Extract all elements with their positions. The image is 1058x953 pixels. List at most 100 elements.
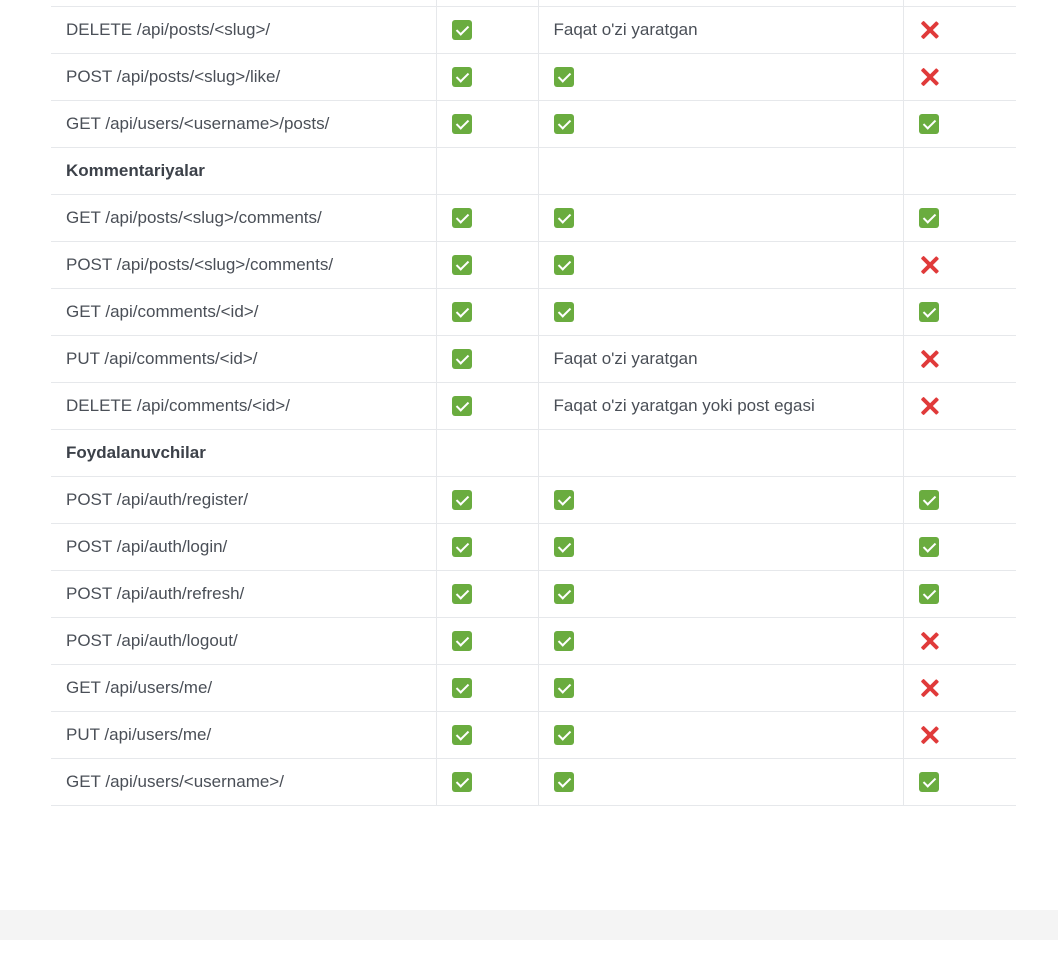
permission-cell bbox=[435, 382, 538, 430]
endpoint-cell: POST /api/auth/login/ bbox=[51, 523, 436, 571]
permission-cell bbox=[537, 617, 903, 665]
table-row: GET /api/comments/<id>/ bbox=[51, 288, 1016, 336]
permission-cell bbox=[537, 758, 903, 806]
check-mark-button-icon bbox=[918, 772, 939, 793]
table-row: GET /api/users/<username>/ bbox=[51, 758, 1016, 806]
check-mark-button-icon bbox=[451, 396, 472, 417]
permission-cell bbox=[537, 194, 903, 242]
permission-cell bbox=[537, 288, 903, 336]
endpoint-cell: PUT /api/users/me/ bbox=[51, 711, 436, 759]
table-row: POST /api/auth/logout/ bbox=[51, 617, 1016, 665]
check-mark-button-icon bbox=[553, 255, 574, 276]
table-section-row: Foydalanuvchilar bbox=[51, 429, 1016, 477]
page: DELETE /api/posts/<slug>/ Faqat o'zi yara… bbox=[0, 0, 1058, 953]
table-row: PUT /api/users/me/ bbox=[51, 711, 1016, 759]
cross-mark-icon bbox=[919, 67, 939, 87]
check-mark-button-icon bbox=[451, 584, 472, 605]
cross-mark-icon bbox=[919, 396, 939, 416]
permission-cell bbox=[537, 711, 903, 759]
endpoint-cell: DELETE /api/comments/<id>/ bbox=[51, 382, 436, 430]
permission-cell bbox=[435, 288, 538, 336]
table-row: DELETE /api/comments/<id>/ Faqat o'zi yar… bbox=[51, 382, 1016, 430]
permission-cell bbox=[902, 100, 1016, 148]
permission-note-cell: Faqat o'zi yaratgan yoki post egasi bbox=[537, 382, 903, 430]
permission-note-cell: Faqat o'zi yaratgan bbox=[537, 6, 903, 54]
table-section-row: Kommentariyalar bbox=[51, 147, 1016, 195]
table-row: POST /api/posts/<slug>/like/ bbox=[51, 53, 1016, 101]
check-mark-button-icon bbox=[451, 772, 472, 793]
check-mark-button-icon bbox=[918, 584, 939, 605]
permission-cell bbox=[435, 100, 538, 148]
permission-cell bbox=[435, 523, 538, 571]
permissions-table: DELETE /api/posts/<slug>/ Faqat o'zi yara… bbox=[51, 0, 1016, 806]
check-mark-button-icon bbox=[918, 114, 939, 135]
check-mark-button-icon bbox=[918, 208, 939, 229]
check-mark-button-icon bbox=[451, 208, 472, 229]
check-mark-button-icon bbox=[451, 725, 472, 746]
permission-cell bbox=[902, 241, 1016, 289]
permission-cell bbox=[902, 570, 1016, 618]
table-row: POST /api/auth/register/ bbox=[51, 476, 1016, 524]
permission-cell bbox=[435, 570, 538, 618]
endpoint-cell: POST /api/auth/refresh/ bbox=[51, 570, 436, 618]
endpoint-cell: GET /api/posts/<slug>/comments/ bbox=[51, 194, 436, 242]
check-mark-button-icon bbox=[553, 114, 574, 135]
permission-cell bbox=[435, 664, 538, 712]
permission-cell bbox=[435, 53, 538, 101]
empty-cell bbox=[902, 429, 1016, 477]
empty-cell bbox=[537, 429, 903, 477]
check-mark-button-icon bbox=[451, 114, 472, 135]
endpoint-cell: POST /api/auth/register/ bbox=[51, 476, 436, 524]
permission-cell bbox=[537, 523, 903, 571]
empty-cell bbox=[435, 147, 538, 195]
check-mark-button-icon bbox=[553, 725, 574, 746]
check-mark-button-icon bbox=[451, 537, 472, 558]
table-row: GET /api/posts/<slug>/comments/ bbox=[51, 194, 1016, 242]
endpoint-cell: PUT /api/comments/<id>/ bbox=[51, 335, 436, 383]
endpoint-cell: POST /api/auth/logout/ bbox=[51, 617, 436, 665]
endpoint-cell: POST /api/posts/<slug>/comments/ bbox=[51, 241, 436, 289]
permission-cell bbox=[902, 335, 1016, 383]
endpoint-cell: GET /api/comments/<id>/ bbox=[51, 288, 436, 336]
check-mark-button-icon bbox=[451, 302, 472, 323]
empty-cell bbox=[902, 147, 1016, 195]
empty-cell bbox=[537, 147, 903, 195]
permission-cell bbox=[902, 382, 1016, 430]
permission-note-cell: Faqat o'zi yaratgan bbox=[537, 335, 903, 383]
check-mark-button-icon bbox=[451, 631, 472, 652]
table-row: GET /api/users/<username>/posts/ bbox=[51, 100, 1016, 148]
permission-cell bbox=[435, 617, 538, 665]
permission-cell bbox=[902, 711, 1016, 759]
check-mark-button-icon bbox=[553, 772, 574, 793]
endpoint-cell: GET /api/users/me/ bbox=[51, 664, 436, 712]
permissions-table-wrapper: DELETE /api/posts/<slug>/ Faqat o'zi yara… bbox=[51, 0, 1016, 806]
permission-cell bbox=[537, 53, 903, 101]
check-mark-button-icon bbox=[451, 67, 472, 88]
permission-cell bbox=[537, 241, 903, 289]
check-mark-button-icon bbox=[553, 631, 574, 652]
check-mark-button-icon bbox=[553, 584, 574, 605]
permission-cell bbox=[537, 570, 903, 618]
check-mark-button-icon bbox=[918, 537, 939, 558]
permission-cell bbox=[435, 335, 538, 383]
permission-cell bbox=[902, 664, 1016, 712]
check-mark-button-icon bbox=[451, 255, 472, 276]
permission-cell bbox=[902, 194, 1016, 242]
check-mark-button-icon bbox=[451, 349, 472, 370]
check-mark-button-icon bbox=[553, 678, 574, 699]
footer-band bbox=[0, 910, 1058, 940]
permission-cell bbox=[902, 758, 1016, 806]
check-mark-button-icon bbox=[553, 302, 574, 323]
permission-cell bbox=[902, 53, 1016, 101]
table-row: PUT /api/comments/<id>/ Faqat o'zi yaratg… bbox=[51, 335, 1016, 383]
endpoint-cell: GET /api/users/<username>/posts/ bbox=[51, 100, 436, 148]
table-row: POST /api/auth/login/ bbox=[51, 523, 1016, 571]
cross-mark-icon bbox=[919, 631, 939, 651]
endpoint-cell: POST /api/posts/<slug>/like/ bbox=[51, 53, 436, 101]
permission-cell bbox=[902, 6, 1016, 54]
table-row: POST /api/posts/<slug>/comments/ bbox=[51, 241, 1016, 289]
check-mark-button-icon bbox=[553, 208, 574, 229]
permission-cell bbox=[537, 476, 903, 524]
permission-cell bbox=[902, 523, 1016, 571]
table-row: GET /api/users/me/ bbox=[51, 664, 1016, 712]
